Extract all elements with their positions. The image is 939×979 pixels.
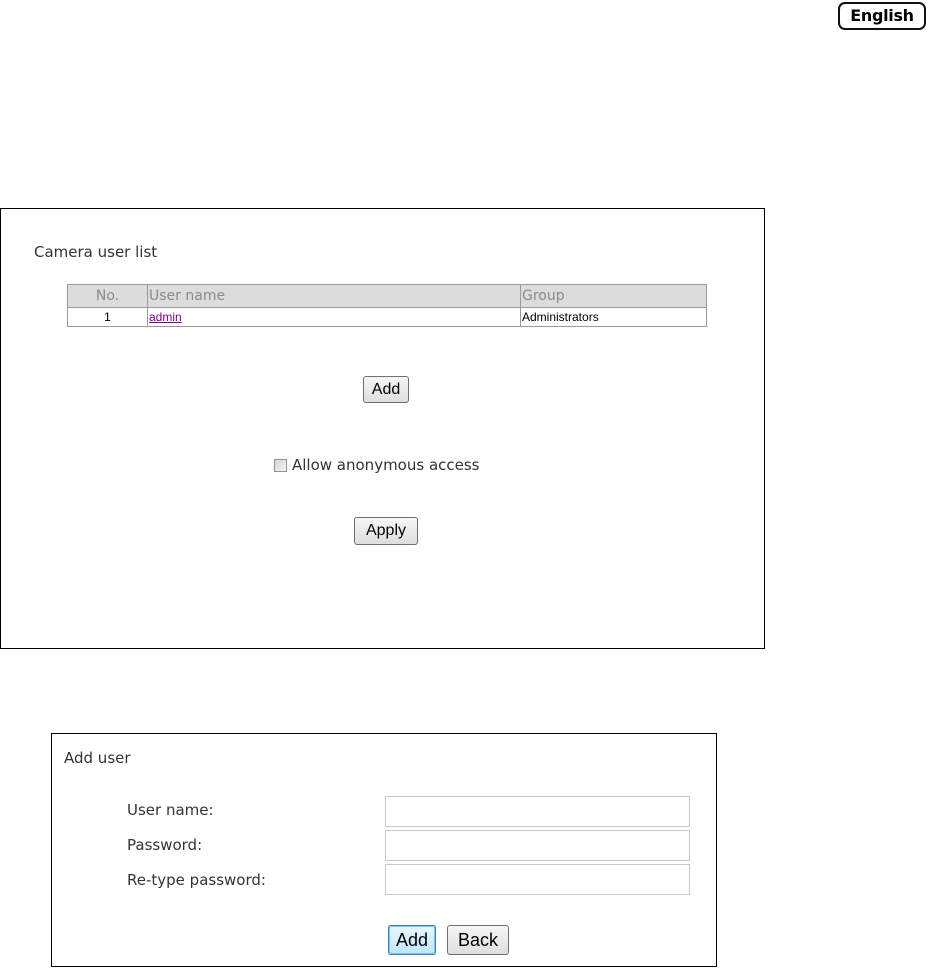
anonymous-access-row: Allow anonymous access bbox=[274, 456, 480, 474]
username-field[interactable] bbox=[385, 796, 690, 827]
anonymous-access-label: Allow anonymous access bbox=[292, 456, 480, 474]
password-label: Password: bbox=[127, 836, 203, 854]
column-header-username: User name bbox=[147, 284, 521, 308]
table-row: 1 admin Administrators bbox=[67, 307, 707, 327]
cell-username: admin bbox=[147, 307, 521, 327]
password-field[interactable] bbox=[385, 830, 690, 861]
retype-password-field[interactable] bbox=[385, 864, 690, 895]
language-selector[interactable]: English bbox=[838, 2, 926, 30]
anonymous-access-checkbox[interactable] bbox=[274, 458, 287, 472]
username-label: User name: bbox=[127, 801, 214, 819]
column-header-group: Group bbox=[520, 284, 707, 308]
add-user-title: Add user bbox=[64, 749, 131, 767]
add-submit-button[interactable]: Add bbox=[388, 925, 436, 955]
column-header-no: No. bbox=[67, 284, 148, 308]
back-button[interactable]: Back bbox=[447, 925, 509, 955]
cell-group: Administrators bbox=[520, 307, 707, 327]
user-table: No. User name Group 1 admin Administrato… bbox=[67, 284, 707, 327]
username-link-admin[interactable]: admin bbox=[149, 310, 182, 324]
apply-button[interactable]: Apply bbox=[354, 517, 418, 545]
retype-password-label: Re-type password: bbox=[127, 871, 266, 889]
cell-no: 1 bbox=[67, 307, 148, 327]
add-user-panel: Add user User name: Password: Re-type pa… bbox=[51, 733, 717, 967]
table-header-row: No. User name Group bbox=[67, 284, 707, 308]
user-list-title: Camera user list bbox=[34, 243, 158, 261]
add-user-button[interactable]: Add bbox=[363, 376, 409, 403]
camera-user-list-panel: Camera user list No. User name Group 1 a… bbox=[0, 208, 765, 649]
